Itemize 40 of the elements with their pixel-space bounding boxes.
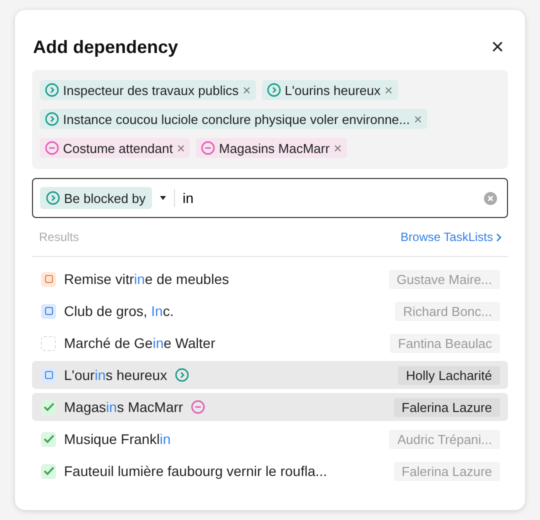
relation-dropdown[interactable]: Be blocked by (40, 187, 152, 209)
assignee-label: Holly Lacharité (398, 366, 500, 384)
result-title: Marché de Geine Walter (64, 335, 216, 351)
close-button[interactable]: × (487, 36, 508, 58)
result-title: L'ourins heureux (64, 367, 168, 383)
remove-button[interactable]: × (176, 140, 186, 156)
result-row[interactable]: Magasins MacMarr Falerina Lazure (32, 393, 508, 421)
tag-label: L'ourins heureux (284, 82, 381, 98)
result-title: Magasins MacMarr (64, 399, 184, 415)
result-row[interactable]: Fauteuil lumière faubourg vernir le roufla... Falerina Lazure (32, 457, 508, 485)
remove-button[interactable]: × (334, 140, 342, 156)
result-row[interactable]: Musique Franklin Audric Trépani... (32, 425, 508, 453)
search-field[interactable]: Be blocked by in (32, 178, 508, 218)
chevron-right-icon[interactable] (496, 232, 502, 242)
result-row[interactable]: Marché de Geine Walter Fantina Beaulac (32, 329, 508, 357)
assignee-label: Gustave Maire... (388, 270, 500, 288)
remove-button[interactable]: × (242, 82, 251, 98)
remove-button[interactable]: × (414, 111, 422, 127)
result-row[interactable]: Club de gros, Inc. Richard Bonc... (32, 297, 508, 325)
result-row[interactable]: L'ourins heureux Holly Lacharité (32, 361, 508, 389)
tag-label: Costume attendant (63, 140, 173, 156)
assignee-label: Fantina Beaulac (390, 334, 500, 352)
tag-label: Instance coucou luciole conclure physique voler environne... (63, 112, 410, 126)
result-title: Musique Franklin (64, 431, 171, 447)
caret-icon[interactable] (160, 196, 166, 200)
remove-button[interactable]: × (384, 82, 393, 98)
clear-icon[interactable] (484, 192, 497, 204)
dialog-title: Add dependency (33, 36, 178, 58)
browse-link[interactable]: Browse TaskLists (400, 230, 502, 244)
result-row[interactable]: Remise vitrine de meubles Gustave Maire... (32, 265, 508, 293)
results-label: Results (39, 230, 80, 244)
assignee-label: Richard Bonc... (395, 302, 500, 320)
tag-label: Magasins MacMarr (219, 140, 330, 156)
assignee-label: Falerina Lazure (394, 462, 500, 480)
assignee-label: Falerina Lazure (394, 398, 500, 416)
tag-label: Inspecteur des travaux publics (63, 82, 239, 98)
assignee-label: Audric Trépani... (389, 430, 500, 448)
result-title: Club de gros, Inc. (64, 303, 174, 319)
result-title: Remise vitrine de meubles (64, 271, 229, 287)
result-title: Fauteuil lumière faubourg vernir le roufla... (64, 463, 328, 479)
